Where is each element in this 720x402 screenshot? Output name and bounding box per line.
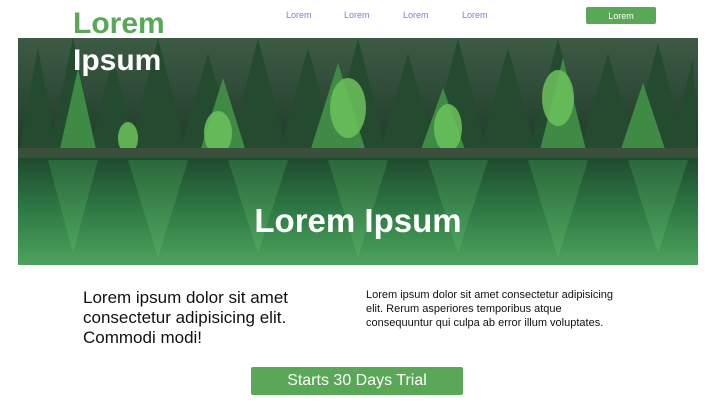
- nav-link-4[interactable]: Lorem: [462, 10, 488, 20]
- nav-link-2[interactable]: Lorem: [344, 10, 370, 20]
- logo-line-2: Ipsum: [73, 44, 162, 77]
- start-trial-button[interactable]: Starts 30 Days Trial: [251, 367, 463, 395]
- hero-title: Lorem Ipsum: [254, 202, 462, 239]
- nav-link-3[interactable]: Lorem: [403, 10, 429, 20]
- lead-text: Lorem ipsum dolor sit amet consectetur a…: [83, 288, 289, 347]
- body-text: Lorem ipsum dolor sit amet consectetur a…: [366, 289, 614, 329]
- header-cta-button[interactable]: Lorem: [586, 7, 656, 24]
- nav-link-1[interactable]: Lorem: [286, 10, 312, 20]
- logo-line-1: Lorem: [73, 7, 165, 40]
- site-logo[interactable]: Lorem Ipsum: [73, 5, 193, 79]
- landing-page: Lorem Ipsum Lorem Ipsum Lorem Lorem Lore…: [0, 0, 720, 402]
